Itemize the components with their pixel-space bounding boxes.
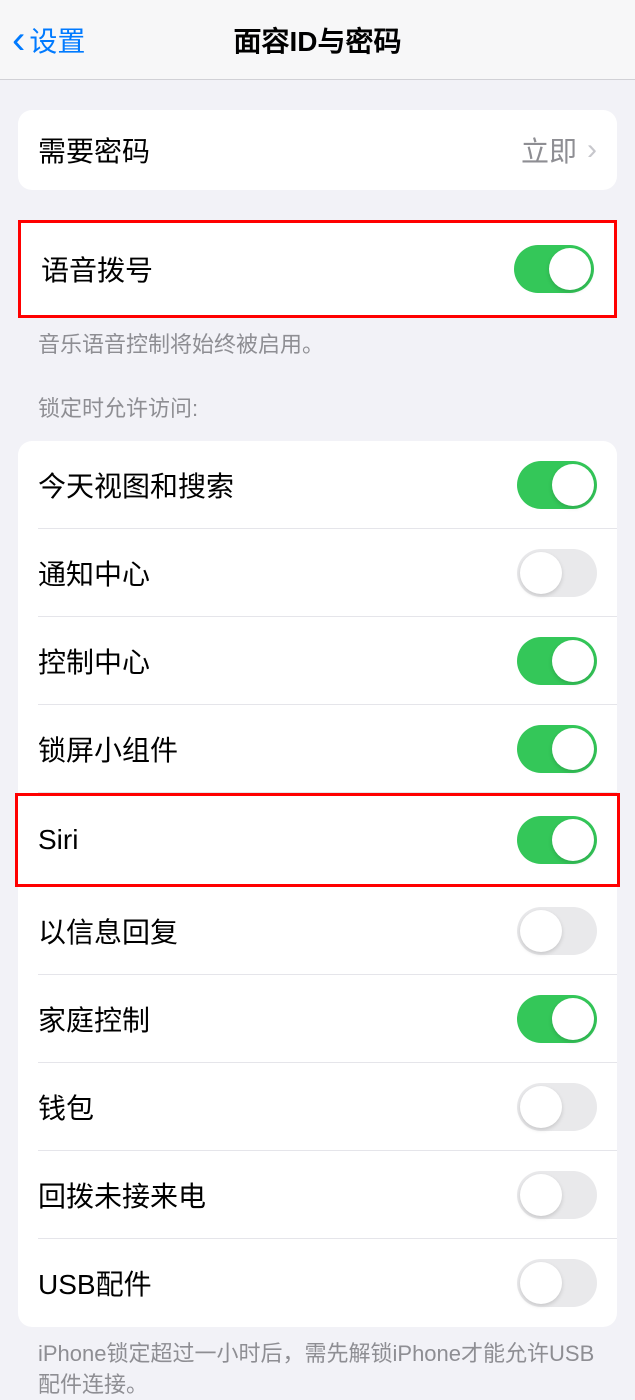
lock-access-item-label: 回拨未接来电 <box>38 1175 206 1215</box>
voice-dial-row: 语音拨号 <box>21 223 614 315</box>
lock-access-row: 以信息回复 <box>18 887 617 975</box>
lock-access-item-label: 家庭控制 <box>38 999 150 1039</box>
lock-access-item-label: 钱包 <box>38 1087 94 1127</box>
voice-dial-footer: 音乐语音控制将始终被启用。 <box>18 318 617 361</box>
chevron-left-icon: ‹ <box>12 20 25 60</box>
require-passcode-label: 需要密码 <box>38 130 150 170</box>
toggle-knob <box>552 640 594 682</box>
lock-access-toggle[interactable] <box>517 549 597 597</box>
lock-access-toggle[interactable] <box>517 1259 597 1307</box>
row-right-content: 立即 › <box>521 130 597 170</box>
voice-dial-highlight: 语音拨号 <box>18 220 617 318</box>
voice-dial-label: 语音拨号 <box>41 249 153 289</box>
require-passcode-section: 需要密码 立即 › <box>18 110 617 190</box>
back-button[interactable]: ‹ 设置 <box>0 20 85 60</box>
toggle-knob <box>552 464 594 506</box>
lock-access-row: Siri <box>18 796 617 884</box>
lock-access-section: 今天视图和搜索通知中心控制中心锁屏小组件 Siri 以信息回复家庭控制钱包回拨未接来… <box>18 441 617 1327</box>
lock-access-item-label: 控制中心 <box>38 641 150 681</box>
toggle-knob <box>520 1174 562 1216</box>
toggle-knob <box>520 910 562 952</box>
lock-access-toggle[interactable] <box>517 995 597 1043</box>
toggle-knob <box>549 248 591 290</box>
toggle-knob <box>552 819 594 861</box>
lock-access-item-label: USB配件 <box>38 1263 152 1303</box>
lock-access-toggle[interactable] <box>517 1083 597 1131</box>
navigation-header: ‹ 设置 面容ID与密码 <box>0 0 635 80</box>
lock-access-item-label: 通知中心 <box>38 553 150 593</box>
lock-access-footer: iPhone锁定超过一小时后，需先解锁iPhone才能允许USB配件连接。 <box>18 1327 617 1400</box>
require-passcode-value: 立即 <box>521 130 577 170</box>
lock-access-toggle[interactable] <box>517 1171 597 1219</box>
content-area: 需要密码 立即 › 语音拨号 音乐语音控制将始终被启用。 锁定时允许访问: 今天… <box>0 110 635 1400</box>
toggle-knob <box>552 998 594 1040</box>
page-title: 面容ID与密码 <box>233 20 401 60</box>
lock-access-toggle[interactable] <box>517 816 597 864</box>
toggle-knob <box>520 1262 562 1304</box>
lock-access-row: 锁屏小组件 <box>18 705 617 793</box>
lock-access-row: 回拨未接来电 <box>18 1151 617 1239</box>
toggle-knob <box>520 1086 562 1128</box>
lock-access-item-label: 锁屏小组件 <box>38 729 178 769</box>
lock-access-header: 锁定时允许访问: <box>18 361 617 433</box>
lock-access-row: 通知中心 <box>18 529 617 617</box>
siri-highlight: Siri <box>15 793 620 887</box>
lock-access-row: USB配件 <box>18 1239 617 1327</box>
lock-access-toggle[interactable] <box>517 907 597 955</box>
lock-access-toggle[interactable] <box>517 637 597 685</box>
toggle-knob <box>520 552 562 594</box>
require-passcode-row[interactable]: 需要密码 立即 › <box>18 110 617 190</box>
lock-access-item-label: Siri <box>38 824 78 856</box>
lock-access-item-label: 今天视图和搜索 <box>38 465 234 505</box>
lock-access-row: 家庭控制 <box>18 975 617 1063</box>
back-label: 设置 <box>29 20 85 60</box>
lock-access-row: 钱包 <box>18 1063 617 1151</box>
lock-access-row: 控制中心 <box>18 617 617 705</box>
lock-access-toggle[interactable] <box>517 461 597 509</box>
lock-access-row: 今天视图和搜索 <box>18 441 617 529</box>
voice-dial-toggle[interactable] <box>514 245 594 293</box>
toggle-knob <box>552 728 594 770</box>
lock-access-toggle[interactable] <box>517 725 597 773</box>
lock-access-item-label: 以信息回复 <box>38 911 178 951</box>
chevron-right-icon: › <box>587 133 597 167</box>
